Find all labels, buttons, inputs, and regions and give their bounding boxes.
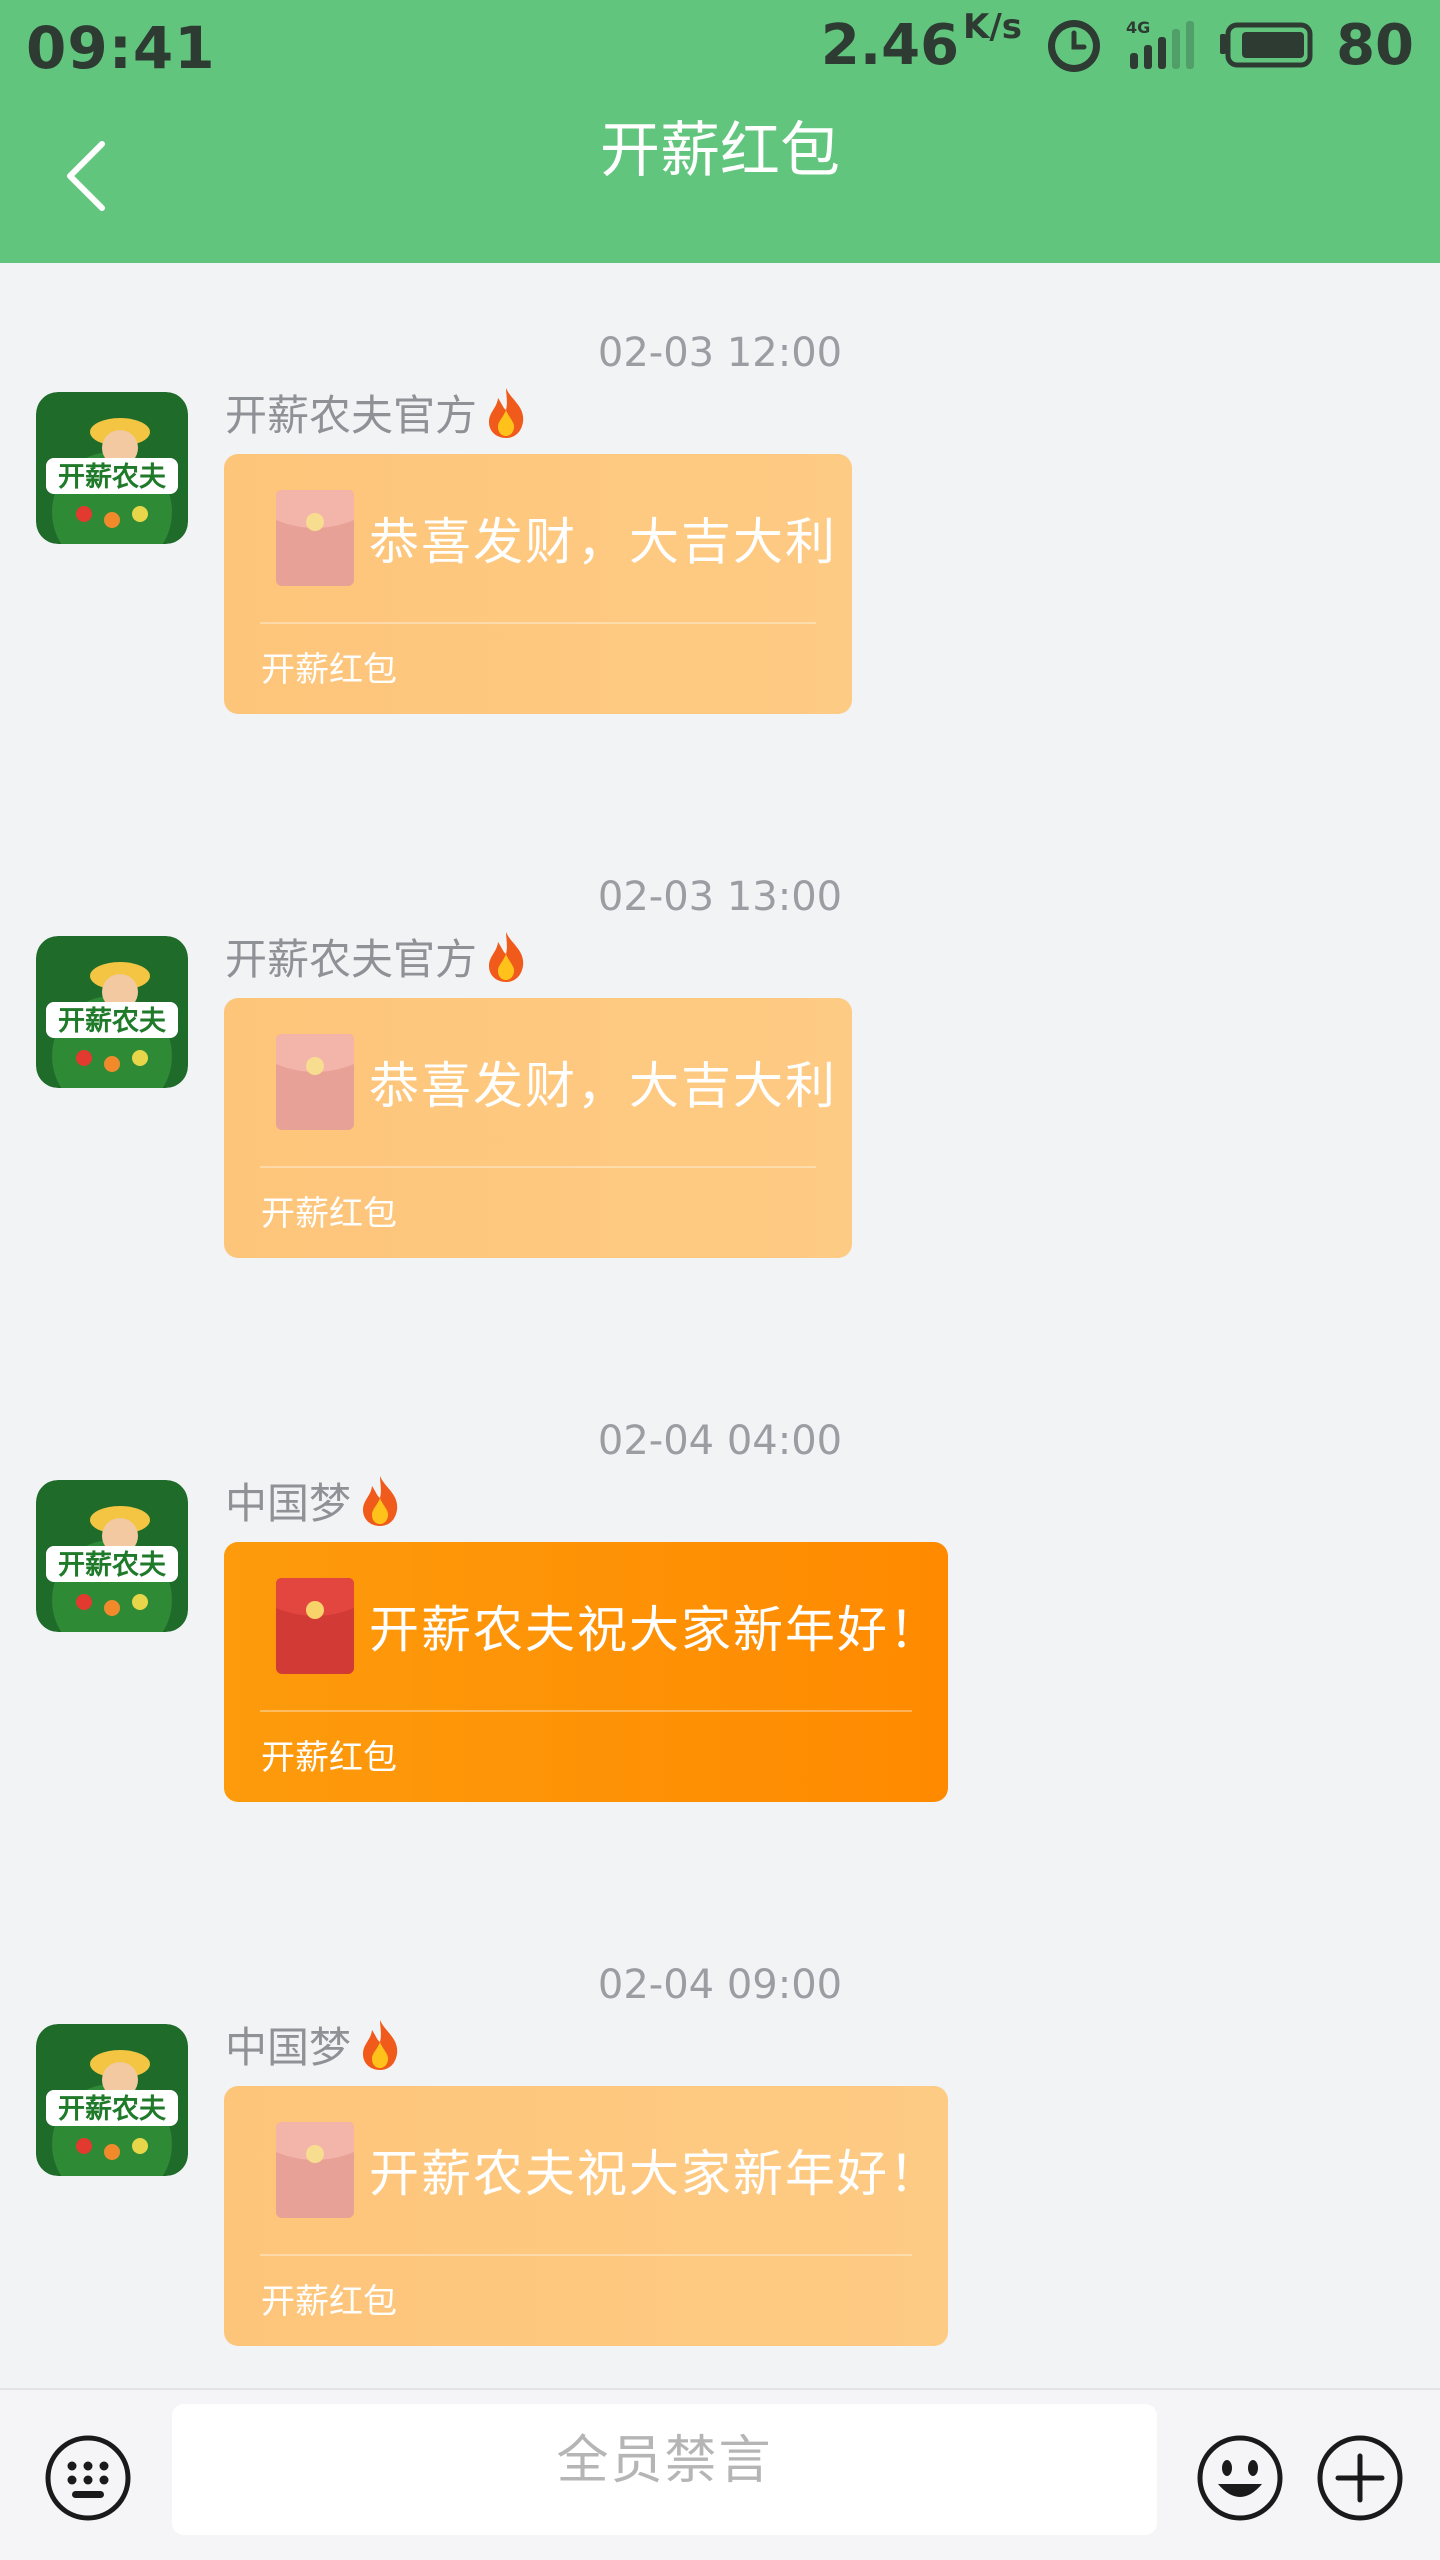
packet-label: 开薪红包: [261, 650, 397, 690]
avatar[interactable]: 开薪农夫: [36, 392, 188, 544]
message-item: 02-04 09:00 开薪农夫 中国梦 开薪农夫祝大家新年好！ 开薪红包: [0, 1962, 1440, 2442]
avatar-logo-text: 开薪农夫: [58, 1006, 167, 1037]
network-speed-value: 2.46: [820, 12, 960, 78]
status-time: 09:41: [26, 14, 216, 82]
avatar[interactable]: 开薪农夫: [36, 2024, 188, 2176]
keyboard-icon[interactable]: [44, 2434, 132, 2522]
sender-name-text: 中国梦: [225, 2023, 352, 2072]
message-item: 02-03 13:00 开薪农夫 开薪农夫官方 恭喜发财，大吉大利 开薪红包: [0, 874, 1440, 1354]
message-item: 02-04 04:00 开薪农夫 中国梦 开薪农夫祝大家新年好！ 开薪红包: [0, 1418, 1440, 1898]
battery-percent: 80: [1336, 12, 1414, 78]
packet-divider: [260, 1710, 912, 1712]
red-envelope-icon: [276, 490, 354, 586]
red-envelope-icon: [276, 2122, 354, 2218]
packet-label: 开薪红包: [261, 2282, 397, 2322]
sender-name: 中国梦: [225, 2014, 405, 2075]
packet-greeting: 恭喜发财，大吉大利: [369, 1057, 837, 1115]
sender-name: 开薪农夫官方: [225, 926, 531, 987]
emoji-icon[interactable]: [1196, 2434, 1284, 2522]
avatar-logo-text: 开薪农夫: [58, 462, 167, 493]
sender-name: 开薪农夫官方: [225, 382, 531, 443]
sender-name-text: 开薪农夫官方: [225, 391, 478, 440]
sender-name-text: 中国梦: [225, 1479, 352, 1528]
input-placeholder: 全员禁言: [556, 2431, 773, 2491]
message-timestamp: 02-03 12:00: [597, 330, 843, 376]
signal-icon: 4G: [1126, 19, 1195, 69]
avatar[interactable]: 开薪农夫: [36, 936, 188, 1088]
app-header: 09:41 2.46 K/s 4G 80 开薪红包: [0, 0, 1440, 263]
plus-icon[interactable]: [1316, 2434, 1404, 2522]
message-timestamp: 02-04 04:00: [597, 1418, 843, 1464]
packet-label: 开薪红包: [261, 1738, 397, 1778]
fire-icon: [363, 2019, 398, 2070]
svg-text:4G: 4G: [1126, 19, 1150, 37]
network-speed-unit: K/s: [963, 6, 1023, 47]
fire-icon: [363, 1475, 398, 1526]
message-input[interactable]: 全员禁言: [172, 2404, 1157, 2535]
packet-divider: [260, 2254, 912, 2256]
message-timestamp: 02-04 09:00: [597, 1962, 843, 2008]
red-envelope-icon: [276, 1578, 354, 1674]
fire-icon: [489, 387, 524, 438]
avatar-logo-text: 开薪农夫: [58, 2094, 167, 2125]
packet-divider: [260, 1166, 816, 1168]
alarm-icon: [1048, 20, 1101, 72]
packet-divider: [260, 622, 816, 624]
input-bar: 全员禁言: [0, 2388, 1440, 2560]
packet-greeting: 开薪农夫祝大家新年好！: [369, 2145, 941, 2203]
red-packet[interactable]: 恭喜发财，大吉大利 开薪红包: [224, 454, 852, 714]
battery-icon: [1220, 22, 1313, 68]
packet-label: 开薪红包: [261, 1194, 397, 1234]
red-packet[interactable]: 开薪农夫祝大家新年好！ 开薪红包: [224, 1542, 948, 1802]
sender-name-text: 开薪农夫官方: [225, 935, 478, 984]
navigation-bar: 开薪红包: [0, 90, 1440, 263]
status-indicators: 2.46 K/s 4G 80: [820, 7, 1414, 80]
page-title: 开薪红包: [600, 116, 840, 186]
avatar-logo-text: 开薪农夫: [58, 1550, 167, 1581]
red-envelope-icon: [276, 1034, 354, 1130]
red-packet[interactable]: 开薪农夫祝大家新年好！ 开薪红包: [224, 2086, 948, 2346]
message-item: 02-03 12:00 开薪农夫 开薪农夫官方 恭喜发财，大吉大利 开薪红包: [0, 330, 1440, 810]
packet-greeting: 恭喜发财，大吉大利: [369, 513, 837, 571]
sender-name: 中国梦: [225, 1470, 405, 1531]
status-bar: 09:41 2.46 K/s 4G 80: [0, 0, 1440, 90]
network-speed: 2.46 K/s: [820, 7, 1022, 78]
avatar[interactable]: 开薪农夫: [36, 1480, 188, 1632]
fire-icon: [489, 931, 524, 982]
red-packet[interactable]: 恭喜发财，大吉大利 开薪红包: [224, 998, 852, 1258]
packet-greeting: 开薪农夫祝大家新年好！: [369, 1601, 941, 1659]
message-timestamp: 02-03 13:00: [597, 874, 843, 920]
